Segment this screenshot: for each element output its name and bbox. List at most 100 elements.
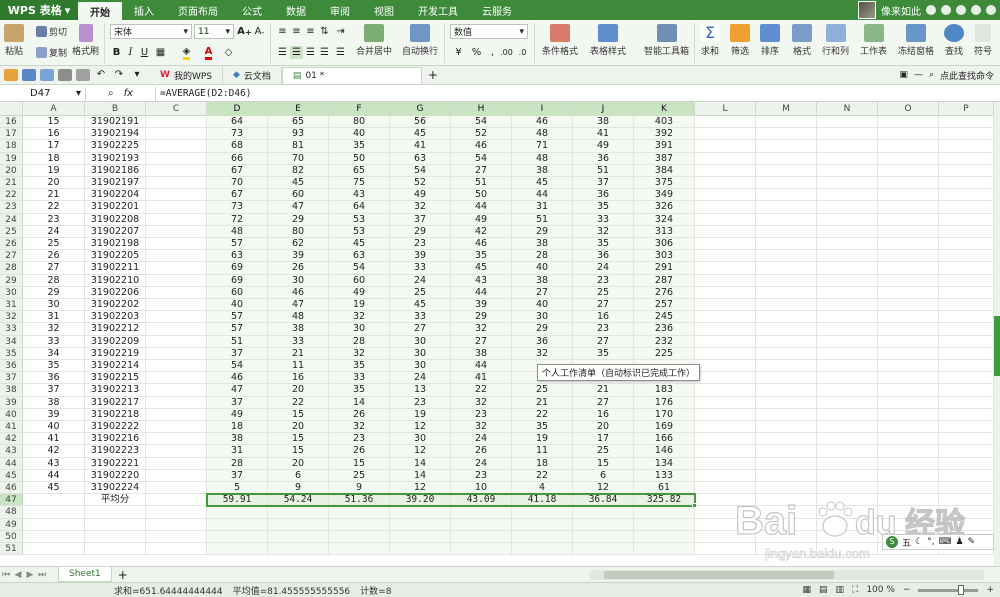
cell-p[interactable] [939, 262, 994, 275]
cell-k[interactable]: 245 [634, 311, 695, 324]
cell-d[interactable]: 73 [207, 201, 268, 214]
cell-f[interactable]: 51.36 [329, 494, 390, 507]
cell-m[interactable] [756, 177, 817, 190]
cell-e[interactable]: 80 [268, 225, 329, 238]
row-header[interactable]: 26 [0, 238, 23, 251]
cell-g[interactable]: 45 [390, 128, 451, 141]
cell-k[interactable]: 306 [634, 238, 695, 251]
cell-k[interactable]: 176 [634, 396, 695, 409]
cell-k[interactable] [634, 518, 695, 531]
cell-a[interactable]: 29 [23, 286, 85, 299]
cell-a[interactable]: 40 [23, 421, 85, 434]
find-button[interactable]: 查找 [944, 24, 964, 57]
cell-e[interactable]: 62 [268, 238, 329, 251]
align-middle-icon[interactable]: ≡ [290, 25, 303, 38]
cell-b[interactable]: 31902206 [85, 286, 146, 299]
cell-k[interactable]: 276 [634, 286, 695, 299]
cell-h[interactable]: 41 [451, 372, 512, 385]
cell-i[interactable]: 19 [512, 433, 573, 446]
cell-g[interactable]: 24 [390, 372, 451, 385]
cell-c[interactable] [146, 250, 207, 263]
font-name-select[interactable]: 宋体 ▾ [110, 24, 192, 39]
ime-toolbar[interactable]: S 五 ☾ °, ⌨ ♟ ✎ [882, 534, 994, 550]
cell-c[interactable] [146, 433, 207, 446]
cell-o[interactable] [878, 164, 939, 177]
grow-font-button[interactable]: A + [237, 25, 252, 38]
cell-h[interactable]: 22 [451, 384, 512, 397]
cell-l[interactable] [695, 469, 756, 482]
cell-k[interactable]: 236 [634, 323, 695, 336]
cell-i[interactable]: 30 [512, 311, 573, 324]
row-header[interactable]: 27 [0, 250, 23, 263]
cell-f[interactable]: 32 [329, 347, 390, 360]
cell-f[interactable]: 23 [329, 433, 390, 446]
cell-a[interactable]: 45 [23, 482, 85, 495]
cell-m[interactable] [756, 323, 817, 336]
cell-i[interactable]: 44 [512, 189, 573, 202]
format-painter-button[interactable]: 格式刷 [72, 24, 99, 57]
cell-p[interactable] [939, 116, 994, 129]
underline-button[interactable]: U [138, 46, 151, 59]
column-header-o[interactable]: O [878, 102, 939, 116]
cell-n[interactable] [817, 128, 878, 141]
cell-e[interactable]: 21 [268, 347, 329, 360]
cell-g[interactable]: 63 [390, 152, 451, 165]
cell-p[interactable] [939, 408, 994, 421]
row-header[interactable]: 39 [0, 396, 23, 409]
cell-m[interactable] [756, 274, 817, 287]
tab-developer[interactable]: 开发工具 [406, 0, 470, 20]
cell-o[interactable] [878, 189, 939, 202]
cell-m[interactable] [756, 469, 817, 482]
cell-c[interactable] [146, 445, 207, 458]
cell-j[interactable]: 15 [573, 457, 634, 470]
cell-c[interactable] [146, 116, 207, 129]
cell-a[interactable]: 42 [23, 445, 85, 458]
cell-j[interactable]: 16 [573, 311, 634, 324]
cell-f[interactable]: 53 [329, 213, 390, 226]
column-header-g[interactable]: G [390, 102, 451, 116]
cell-c[interactable] [146, 335, 207, 348]
cell-c[interactable] [146, 347, 207, 360]
cell-k[interactable]: 146 [634, 445, 695, 458]
cell-d[interactable]: 63 [207, 250, 268, 263]
cell-k[interactable]: 183 [634, 384, 695, 397]
cell-j[interactable] [573, 518, 634, 531]
row-header[interactable]: 23 [0, 201, 23, 214]
cell-j[interactable]: 36 [573, 152, 634, 165]
cell-d[interactable]: 37 [207, 396, 268, 409]
clear-format-icon[interactable]: ◇ [222, 46, 235, 59]
row-header[interactable]: 49 [0, 518, 23, 531]
add-sheet-button[interactable]: + [118, 568, 128, 582]
cell-a[interactable]: 33 [23, 335, 85, 348]
row-header[interactable]: 34 [0, 335, 23, 348]
cell-d[interactable]: 48 [207, 225, 268, 238]
normal-view-icon[interactable]: ▦ [802, 585, 811, 595]
cell-b[interactable]: 31902201 [85, 201, 146, 214]
cell-n[interactable] [817, 286, 878, 299]
cell-d[interactable]: 54 [207, 360, 268, 373]
cell-d[interactable]: 57 [207, 311, 268, 324]
cell-p[interactable] [939, 213, 994, 226]
row-header[interactable]: 50 [0, 530, 23, 543]
row-header[interactable]: 29 [0, 274, 23, 287]
cell-o[interactable] [878, 494, 939, 507]
cell-k[interactable]: 134 [634, 457, 695, 470]
cell-a[interactable]: 31 [23, 311, 85, 324]
cell-l[interactable] [695, 274, 756, 287]
align-left-icon[interactable]: ☰ [276, 46, 289, 59]
cell-m[interactable] [756, 530, 817, 543]
cell-h[interactable]: 54 [451, 116, 512, 129]
cell-n[interactable] [817, 360, 878, 373]
cell-f[interactable]: 35 [329, 140, 390, 153]
cell-h[interactable]: 49 [451, 213, 512, 226]
cell-f[interactable]: 26 [329, 408, 390, 421]
cell-e[interactable]: 60 [268, 189, 329, 202]
cell-e[interactable]: 47 [268, 299, 329, 312]
cell-p[interactable] [939, 506, 994, 519]
cell-n[interactable] [817, 323, 878, 336]
cell-l[interactable] [695, 360, 756, 373]
cell-n[interactable] [817, 225, 878, 238]
redo-icon[interactable]: ↷ [112, 69, 126, 81]
cell-e[interactable]: 65 [268, 116, 329, 129]
currency-icon[interactable]: ¥ [452, 46, 465, 59]
